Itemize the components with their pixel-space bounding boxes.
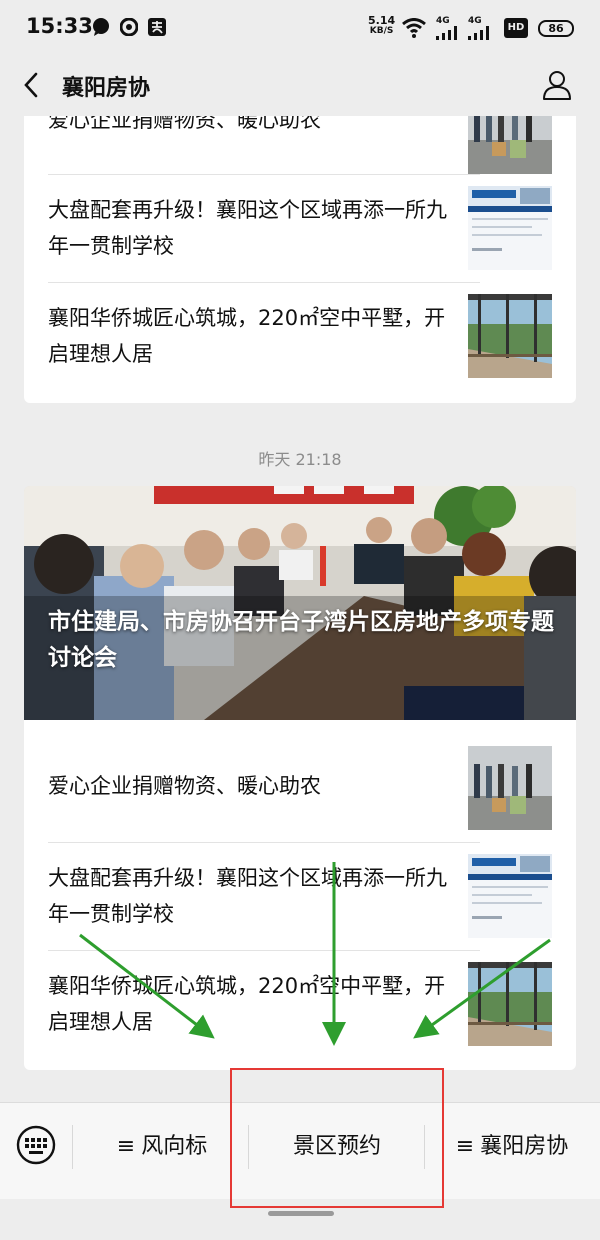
network-speed-value: 5.14: [368, 14, 396, 27]
article-title: 大盘配套再升级！襄阳这个区域再添一所九年一贯制学校: [48, 866, 447, 926]
article-card: 市住建局、市房协召开台子湾片区房地产多项专题讨论会 爱心企业捐赠物资、暖心助农 …: [24, 486, 576, 1070]
article-thumbnail: [468, 746, 552, 830]
status-time: 15:33: [26, 14, 93, 38]
signal-icon: [468, 26, 489, 40]
menu-item-fengxiangbiao[interactable]: ≡ 风向标: [80, 1127, 244, 1167]
article-title: 大盘配套再升级！襄阳这个区域再添一所九年一贯制学校: [48, 198, 447, 258]
article-thumbnail: [468, 186, 552, 270]
signal-icon: [436, 26, 457, 40]
article-item[interactable]: 大盘配套再升级！襄阳这个区域再添一所九年一贯制学校: [24, 174, 576, 282]
menu-item-label: 风向标: [141, 1134, 208, 1159]
hd-label: HD: [507, 22, 525, 33]
alipay-icon: [148, 18, 166, 36]
article-thumbnail: [468, 116, 552, 174]
signal-2-label: 4G: [468, 16, 482, 26]
article-item[interactable]: 襄阳华侨城匠心筑城，220㎡空中平墅，开启理想人居: [24, 950, 576, 1058]
wifi-icon: [402, 18, 426, 38]
article-title: 襄阳华侨城匠心筑城，220㎡空中平墅，开启理想人居: [48, 306, 446, 366]
menu-separator: [72, 1125, 73, 1169]
status-bar: 15:33 5.14 KB/S 4G 4G HD 86: [0, 0, 600, 58]
menu-item-xiangyang-fangxie[interactable]: ≡ 襄阳房协: [428, 1127, 596, 1167]
article-item[interactable]: 大盘配套再升级！襄阳这个区域再添一所九年一贯制学校: [24, 842, 576, 950]
home-indicator[interactable]: [268, 1211, 334, 1216]
article-card: 爱心企业捐赠物资、暖心助农 大盘配套再升级！襄阳这个区域再添一所九年一贯制学校: [24, 116, 576, 403]
article-thumbnail: [468, 294, 552, 378]
nav-header: 襄阳房协: [0, 58, 600, 116]
page-title: 襄阳房协: [62, 76, 151, 101]
hero-title: 市住建局、市房协召开台子湾片区房地产多项专题讨论会: [48, 609, 554, 671]
battery-icon: 86: [538, 20, 574, 37]
article-title: 爱心企业捐赠物资、暖心助农: [48, 116, 321, 132]
network-speed: 5.14 KB/S: [368, 14, 396, 36]
signal-1-label: 4G: [436, 16, 450, 26]
article-thumbnail: [468, 854, 552, 938]
battery-level: 86: [548, 22, 564, 35]
message-timestamp: 昨天 21:18: [258, 450, 342, 469]
network-speed-unit: KB/S: [369, 26, 394, 36]
user-icon[interactable]: [540, 68, 574, 102]
highlight-box: [230, 1068, 444, 1208]
hero-article[interactable]: 市住建局、市房协召开台子湾片区房地产多项专题讨论会: [24, 486, 576, 720]
message-feed[interactable]: 爱心企业捐赠物资、暖心助农 大盘配套再升级！襄阳这个区域再添一所九年一贯制学校: [0, 116, 600, 1102]
menu-item-label: 襄阳房协: [480, 1134, 569, 1159]
article-item[interactable]: 襄阳华侨城匠心筑城，220㎡空中平墅，开启理想人居: [24, 282, 576, 390]
article-thumbnail: [468, 962, 552, 1046]
article-item[interactable]: 爱心企业捐赠物资、暖心助农: [24, 116, 576, 174]
menu-icon: ≡: [455, 1134, 475, 1159]
article-title: 襄阳华侨城匠心筑城，220㎡空中平墅，开启理想人居: [48, 974, 446, 1034]
chevron-left-icon[interactable]: [18, 70, 46, 100]
menu-icon: ≡: [116, 1134, 136, 1159]
hd-icon: HD: [504, 18, 528, 38]
chat-bubble-icon: [93, 18, 109, 36]
article-item[interactable]: 爱心企业捐赠物资、暖心助农: [24, 734, 576, 842]
keyboard-icon[interactable]: [16, 1125, 56, 1165]
article-title: 爱心企业捐赠物资、暖心助农: [48, 774, 321, 798]
target-icon: [120, 18, 138, 36]
hero-image: [24, 486, 576, 720]
